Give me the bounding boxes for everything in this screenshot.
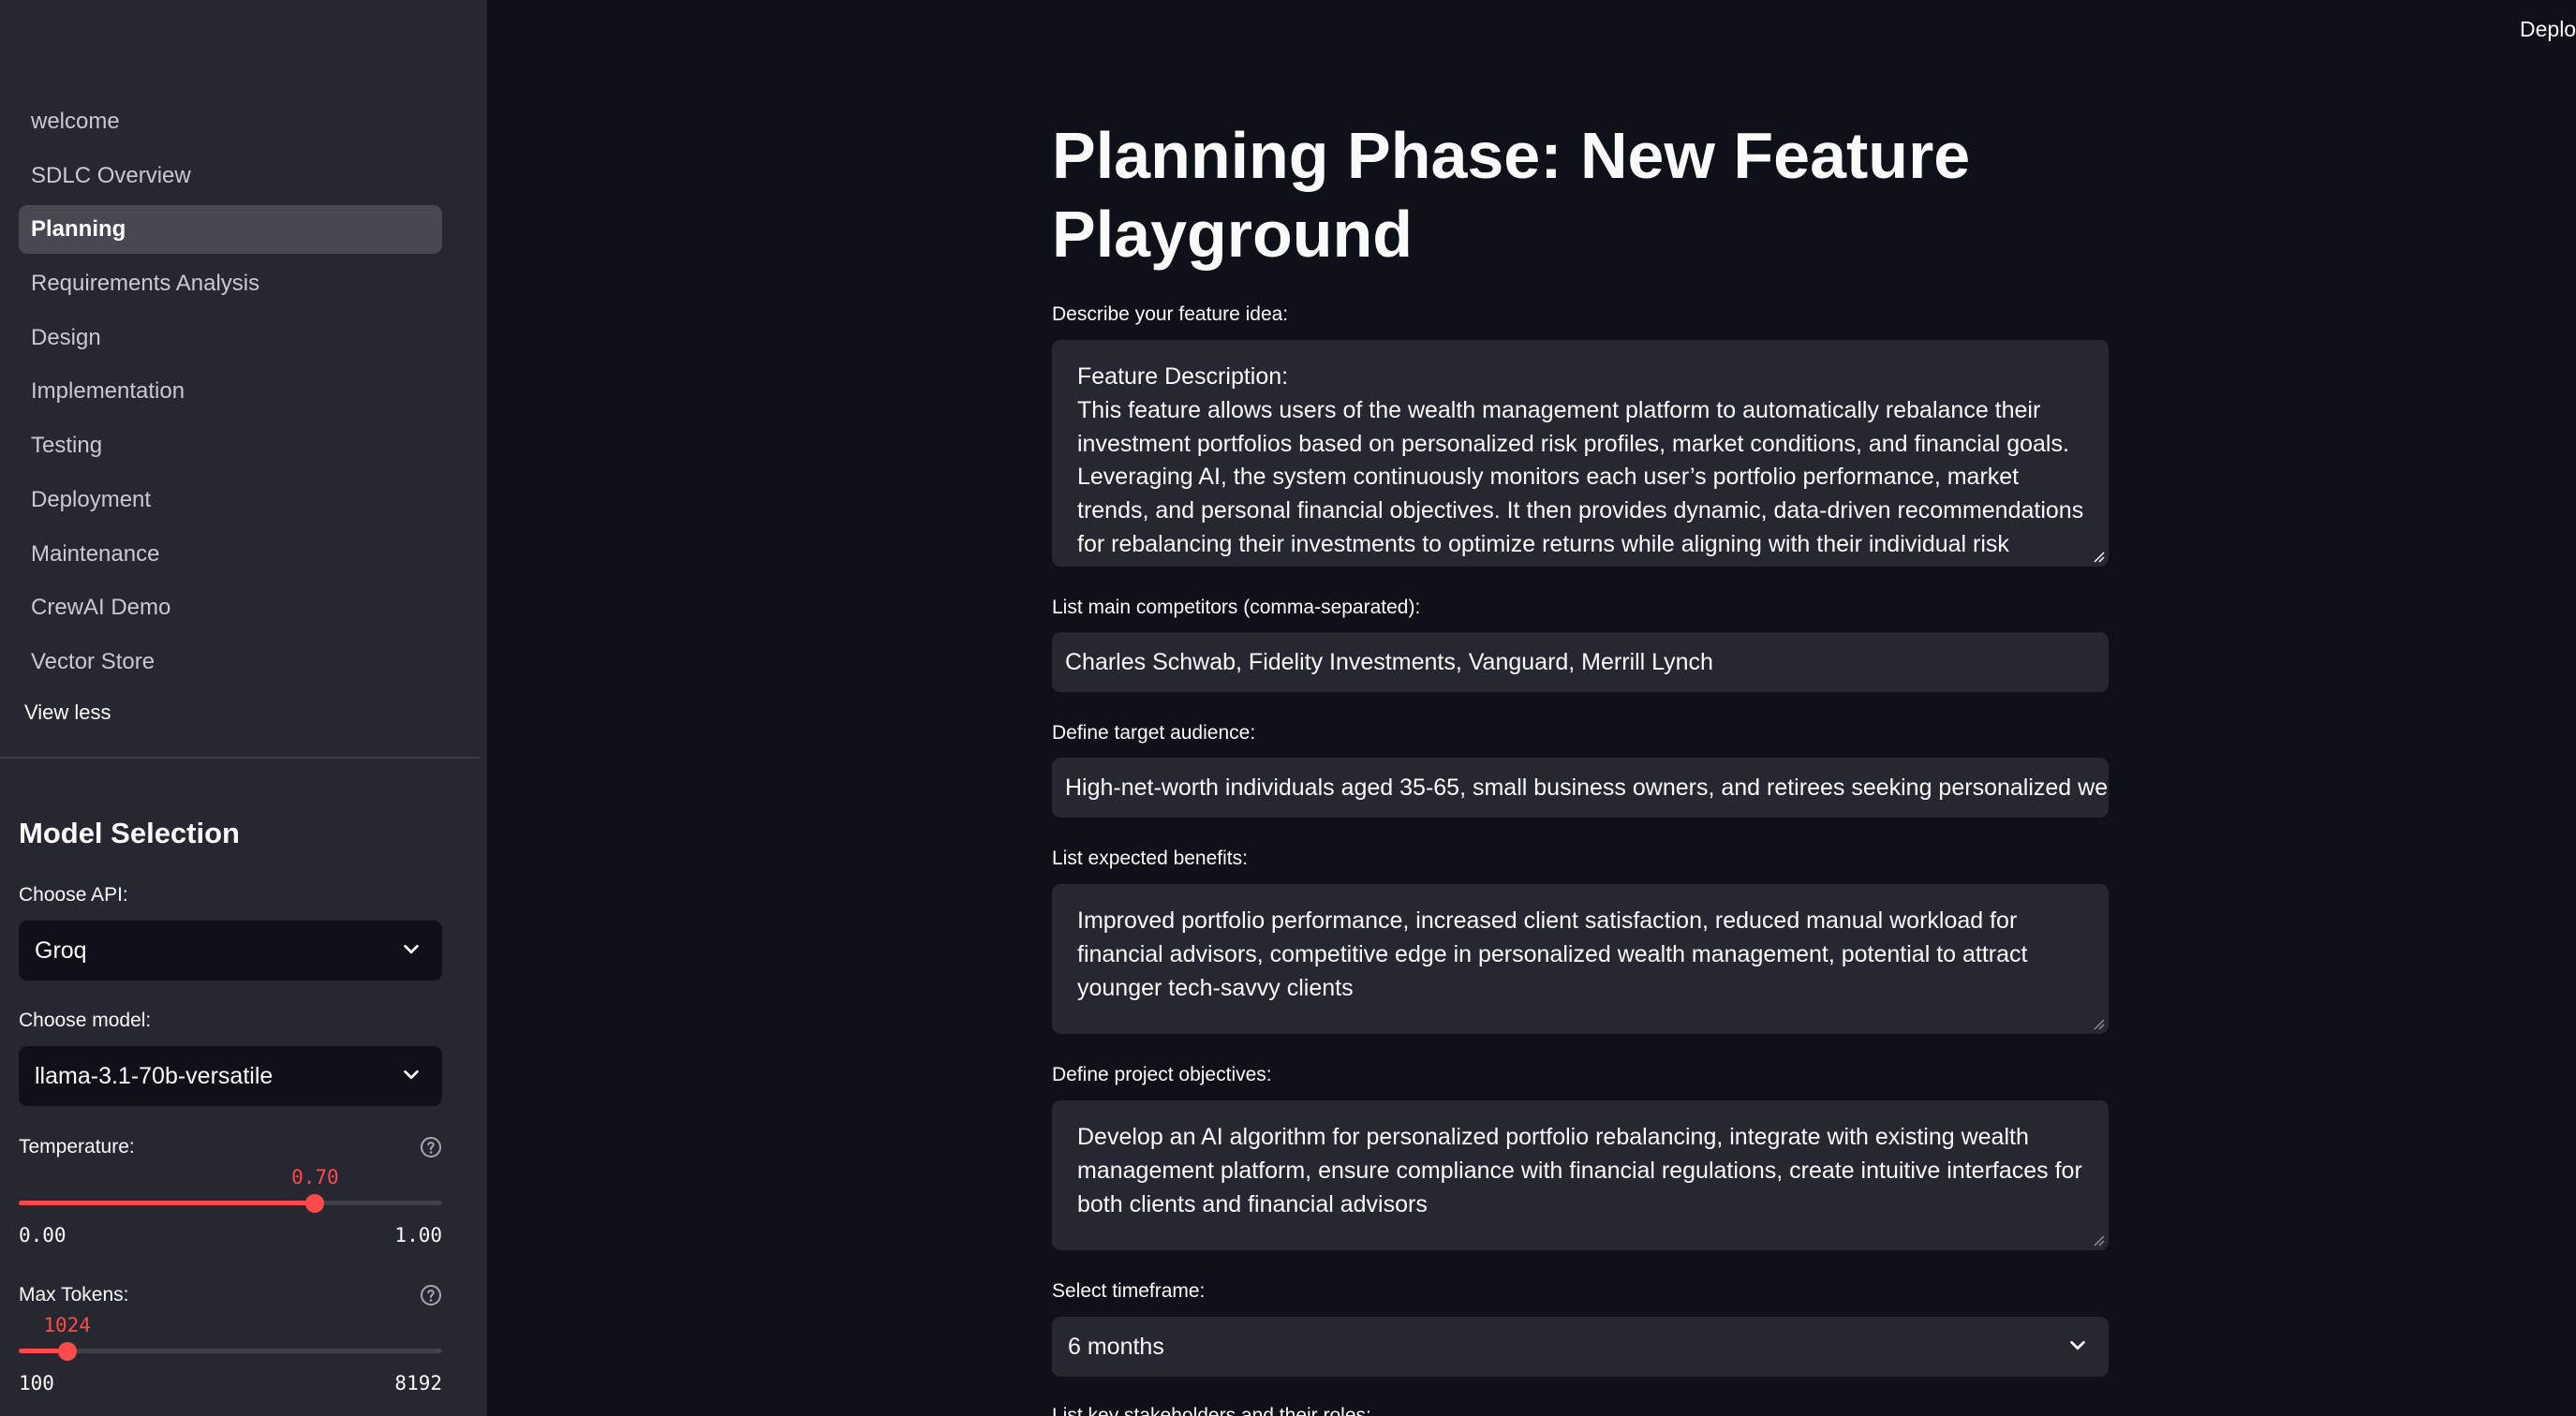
resize-handle-icon[interactable] <box>2094 552 2105 563</box>
max-tokens-max: 8192 <box>394 1372 442 1394</box>
max-tokens-slider-thumb[interactable] <box>57 1341 77 1361</box>
objectives-label: Define project objectives: <box>1052 1064 1272 1085</box>
objectives-textarea[interactable]: Develop an AI algorithm for personalized… <box>1052 1100 2109 1250</box>
timeframe-select-value: 6 months <box>1068 1334 1164 1360</box>
sidebar-nav: welcome SDLC Overview Planning Requireme… <box>19 97 442 692</box>
temperature-slider-fill <box>19 1201 316 1205</box>
sidebar-item-maintenance[interactable]: Maintenance <box>19 530 442 579</box>
chevron-down-icon <box>404 1069 419 1080</box>
sidebar-item-planning[interactable]: Planning <box>19 205 442 255</box>
temperature-min: 0.00 <box>19 1224 67 1246</box>
sidebar-item-testing[interactable]: Testing <box>19 421 442 470</box>
temperature-label: Temperature: <box>19 1136 135 1158</box>
sidebar-item-implementation[interactable]: Implementation <box>19 367 442 416</box>
timeframe-label: Select timeframe: <box>1052 1280 1206 1302</box>
benefits-textarea[interactable]: Improved portfolio performance, increase… <box>1052 884 2109 1034</box>
chevron-down-icon <box>2070 1340 2085 1350</box>
choose-model-label: Choose model: <box>19 1010 152 1031</box>
temperature-slider-thumb[interactable] <box>305 1193 325 1213</box>
sidebar-item-requirements-analysis[interactable]: Requirements Analysis <box>19 259 442 308</box>
api-select[interactable]: Groq <box>19 921 442 981</box>
sidebar-item-welcome[interactable]: welcome <box>19 97 442 146</box>
benefits-text: Improved portfolio performance, increase… <box>1077 907 2035 1001</box>
sidebar-item-design[interactable]: Design <box>19 314 442 362</box>
max-tokens-value: 1024 <box>43 1314 91 1336</box>
resize-handle-icon[interactable] <box>2094 1235 2105 1246</box>
competitors-input[interactable]: Charles Schwab, Fidelity Investments, Va… <box>1052 632 2109 692</box>
model-selection-heading: Model Selection <box>19 817 240 849</box>
sidebar-item-vector-store[interactable]: Vector Store <box>19 638 442 686</box>
objectives-text: Develop an AI algorithm for personalized… <box>1077 1124 2089 1217</box>
target-audience-input[interactable]: High-net-worth individuals aged 35-65, s… <box>1052 758 2109 818</box>
deploy-button[interactable]: Deploy <box>2520 17 2576 42</box>
target-audience-label: Define target audience: <box>1052 722 1256 744</box>
app-window: welcome SDLC Overview Planning Requireme… <box>0 0 2576 1416</box>
feature-idea-label: Describe your feature idea: <box>1052 303 1289 325</box>
api-select-value: Groq <box>35 937 87 964</box>
temperature-slider[interactable] <box>19 1193 442 1213</box>
stakeholders-label: List key stakeholders and their roles: <box>1052 1405 1371 1416</box>
max-tokens-label: Max Tokens: <box>19 1284 129 1305</box>
max-tokens-slider[interactable] <box>19 1341 442 1361</box>
choose-api-label: Choose API: <box>19 884 128 906</box>
help-icon[interactable] <box>420 1284 442 1306</box>
help-icon[interactable] <box>420 1136 442 1158</box>
competitors-label: List main competitors (comma-separated): <box>1052 597 1421 618</box>
sidebar-item-crewai-demo[interactable]: CrewAI Demo <box>19 583 442 632</box>
model-select-value: llama-3.1-70b-versatile <box>35 1062 274 1089</box>
benefits-label: List expected benefits: <box>1052 848 1248 869</box>
feature-idea-textarea[interactable]: Feature Description: This feature allows… <box>1052 340 2109 567</box>
sidebar: welcome SDLC Overview Planning Requireme… <box>0 0 487 1416</box>
timeframe-select[interactable]: 6 months <box>1052 1317 2109 1377</box>
temperature-value: 0.70 <box>291 1166 339 1188</box>
temperature-max: 1.00 <box>394 1224 442 1246</box>
page-title: Planning Phase: New Feature Playground <box>1052 119 1971 271</box>
view-less-link[interactable]: View less <box>24 701 111 725</box>
resize-handle-icon[interactable] <box>2094 1019 2105 1030</box>
model-select[interactable]: llama-3.1-70b-versatile <box>19 1046 442 1106</box>
sidebar-item-deployment[interactable]: Deployment <box>19 476 442 524</box>
sidebar-item-sdlc-overview[interactable]: SDLC Overview <box>19 152 442 200</box>
sidebar-divider <box>0 757 480 759</box>
max-tokens-min: 100 <box>19 1372 54 1394</box>
feature-idea-text: Feature Description: This feature allows… <box>1077 363 2084 567</box>
chevron-down-icon <box>404 944 419 954</box>
